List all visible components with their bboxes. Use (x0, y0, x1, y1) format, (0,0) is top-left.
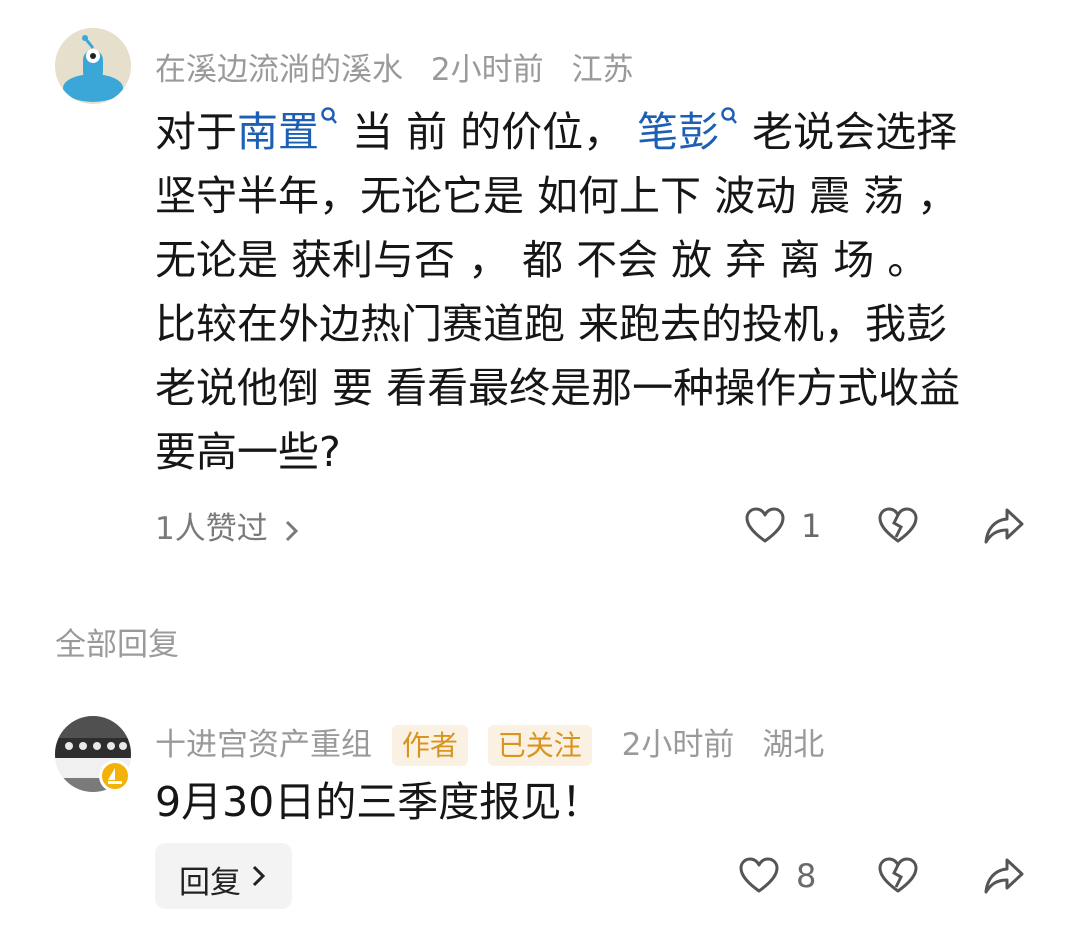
timestamp: 2小时前 (430, 52, 544, 88)
sail-icon (108, 768, 122, 784)
search-icon (321, 107, 337, 124)
timestamp: 2小时前 (621, 727, 735, 763)
share-button[interactable] (983, 506, 1025, 550)
comment-line: 无论是 获利与否 ， 都 不会 放 弃 离 场 。 (155, 236, 929, 284)
chevron-right-icon (285, 520, 298, 541)
avatar-alien-icon (55, 28, 131, 104)
likes-summary-link[interactable]: 1人赞过 (155, 503, 300, 548)
dislike-button[interactable] (878, 857, 918, 899)
like-count: 8 (796, 857, 817, 895)
reply-meta: 十进宫资产重组 作者 已关注 2小时前 湖北 (155, 719, 825, 766)
author-tag: 作者 (391, 725, 468, 766)
location: 江苏 (571, 52, 634, 88)
comment-body: 对于南置 当 前 的价位， 笔彭 老说会选择 坚守半年，无论它是 如何上下 波动… (155, 100, 960, 484)
like-button[interactable]: 1 (745, 505, 835, 549)
text-segment: 对于 (155, 108, 237, 156)
broken-heart-icon (878, 857, 918, 893)
likes-summary: 1人赞过 (155, 511, 268, 547)
avatar[interactable] (55, 28, 131, 104)
username[interactable]: 在溪边流淌的溪水 (155, 52, 403, 88)
comment-meta: 在溪边流淌的溪水 2小时前 江苏 (155, 44, 633, 89)
text-segment: 当 前 的价位， (339, 108, 638, 156)
section-title: 全部回复 (55, 627, 179, 663)
share-button[interactable] (983, 856, 1025, 900)
username[interactable]: 十进宫资产重组 (155, 727, 372, 763)
dislike-button[interactable] (878, 507, 918, 549)
verified-badge-icon (99, 760, 131, 792)
stock-link[interactable]: 南置 (237, 107, 339, 156)
like-count: 1 (801, 507, 822, 545)
location: 湖北 (762, 727, 825, 763)
text-segment: 老说会选择 (739, 108, 958, 156)
reply-avatar-wrap[interactable] (55, 716, 135, 796)
comment-line: 老说他倒 要 看看最终是那一种操作方式收益 (155, 364, 961, 412)
search-icon (721, 107, 738, 124)
user-link[interactable]: 笔彭 (637, 107, 739, 156)
heart-icon (745, 507, 785, 543)
comment-line: 坚守半年，无论它是 如何上下 波动 震 荡 ， (155, 172, 959, 220)
reply-body: 9月30日的三季度报见！ (155, 778, 603, 826)
like-button[interactable]: 8 (739, 857, 829, 901)
comment-line: 比较在外边热门赛道跑 来跑去的投机，我彭 (155, 300, 948, 348)
comment-line: 对于南置 当 前 的价位， 笔彭 老说会选择 (155, 100, 960, 164)
broken-heart-icon (878, 507, 918, 543)
follow-tag[interactable]: 已关注 (487, 725, 592, 766)
share-icon (984, 508, 1024, 544)
comment-line: 要高一些? (155, 428, 341, 476)
share-icon (984, 858, 1024, 894)
reply-button[interactable]: 回复 (155, 843, 292, 909)
reply-button-label: 回复 (179, 865, 241, 901)
heart-icon (739, 857, 779, 893)
chevron-right-icon (252, 865, 266, 887)
